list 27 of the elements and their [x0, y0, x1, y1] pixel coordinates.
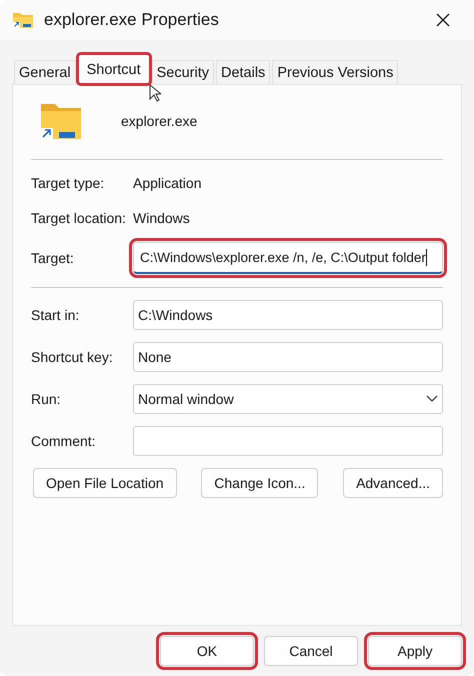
field-label: Target location:: [31, 210, 127, 226]
action-button[interactable]: Open File Location: [33, 468, 177, 498]
field-label: Target:: [31, 250, 75, 266]
field-label: Run:: [31, 391, 62, 407]
folder-shortcut-icon: [12, 11, 34, 29]
tab[interactable]: Security: [152, 60, 214, 84]
shortcut-name: explorer.exe: [121, 113, 198, 129]
run-dropdown[interactable]: Normal window: [133, 384, 443, 414]
input-field[interactable]: C:\Windows: [133, 300, 443, 330]
close-icon[interactable]: [436, 13, 450, 27]
field-value: Application: [133, 175, 202, 191]
field-label: Shortcut key:: [31, 349, 114, 365]
chevron-icon: [426, 395, 438, 403]
window-title: explorer.exe Properties: [44, 10, 220, 30]
dialog-button[interactable]: Cancel: [264, 636, 358, 666]
field-value: Windows: [133, 210, 190, 226]
tab[interactable]: Details: [216, 60, 270, 84]
folder-shortcut-icon: [39, 101, 83, 141]
field-label: Target type:: [31, 175, 106, 191]
input-field[interactable]: [133, 426, 443, 456]
input-field[interactable]: None: [133, 342, 443, 372]
field-label: Comment:: [31, 433, 97, 449]
tab[interactable]: Previous Versions: [272, 60, 398, 84]
action-button[interactable]: Change Icon...: [201, 468, 318, 498]
tab[interactable]: General: [14, 60, 76, 84]
field-label: Start in:: [31, 307, 80, 323]
action-button[interactable]: Advanced...: [343, 468, 443, 498]
